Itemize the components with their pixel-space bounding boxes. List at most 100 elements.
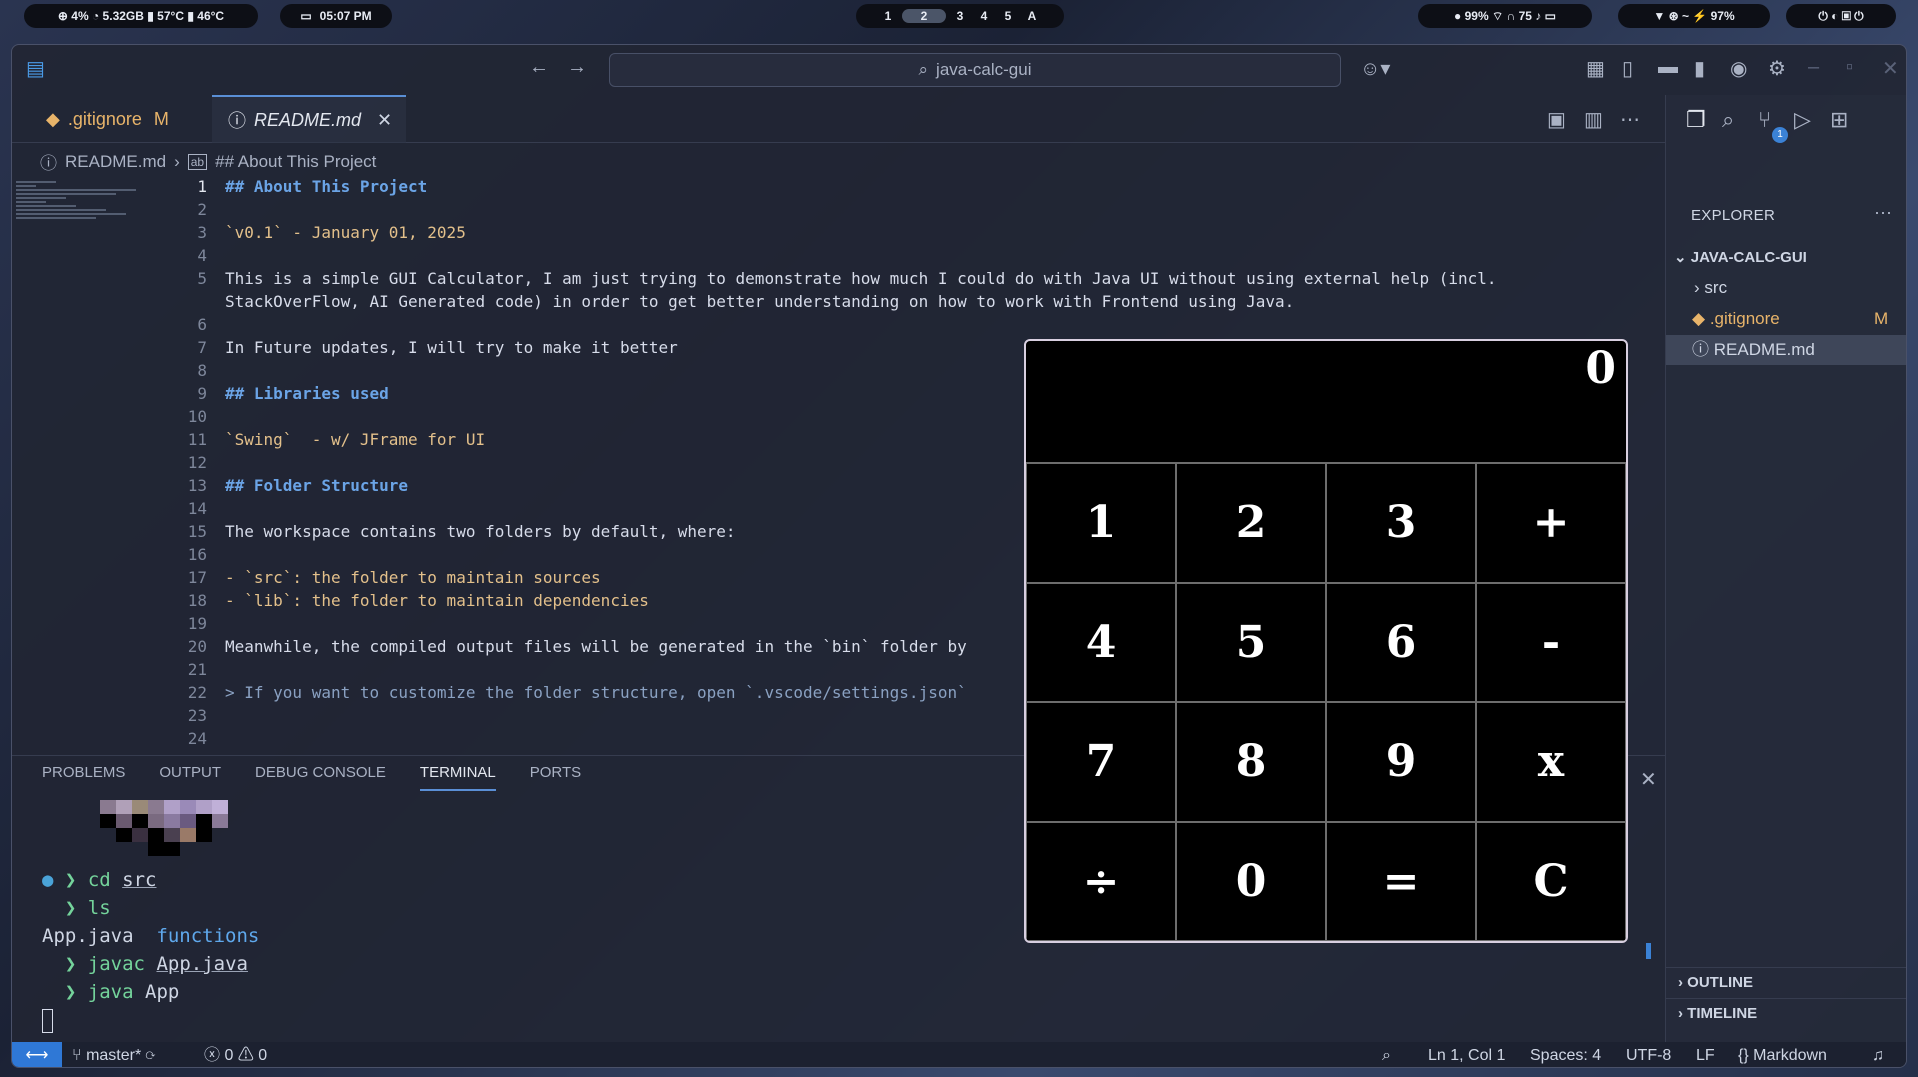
- command-center-search[interactable]: ⌕ java-calc-gui: [609, 53, 1341, 87]
- search-icon[interactable]: ⌕: [1722, 107, 1734, 133]
- key-multiply[interactable]: x: [1476, 702, 1626, 822]
- key-1[interactable]: 1: [1026, 463, 1176, 583]
- workspace-a[interactable]: A: [1022, 9, 1042, 23]
- more-actions-icon[interactable]: ⋯: [1874, 203, 1892, 224]
- key-5[interactable]: 5: [1176, 582, 1326, 702]
- power-controls[interactable]: ⏻ ◐ ▣ ⏻: [1786, 4, 1896, 28]
- chevron-right-icon: ›: [174, 151, 180, 171]
- close-panel-icon[interactable]: ✕: [1640, 767, 1657, 792]
- outline-section[interactable]: › OUTLINE: [1666, 967, 1906, 997]
- project-folder[interactable]: ⌄ JAVA-CALC-GUI: [1666, 243, 1906, 273]
- key-7[interactable]: 7: [1026, 702, 1176, 822]
- customize-layout-icon[interactable]: ▦: [1586, 56, 1605, 81]
- zoom-icon[interactable]: ⌕: [1382, 1042, 1391, 1067]
- network-battery[interactable]: ▼ ⊛ ~ ⚡ 97%: [1618, 4, 1770, 28]
- key-2[interactable]: 2: [1176, 463, 1326, 583]
- modified-badge: M: [1874, 309, 1889, 328]
- calculator-keypad: 1 2 3 + 4 5 6 - 7 8 9 x ÷ 0 = C: [1026, 463, 1626, 941]
- cursor-position[interactable]: Ln 1, Col 1: [1428, 1042, 1505, 1067]
- toggle-panel-icon[interactable]: ▬: [1658, 56, 1678, 79]
- breadcrumb-file[interactable]: README.md: [65, 152, 166, 172]
- tab-output[interactable]: OUTPUT: [159, 764, 221, 791]
- close-tab-icon[interactable]: ✕: [377, 110, 392, 131]
- key-clear[interactable]: C: [1476, 821, 1626, 941]
- explorer-files-icon[interactable]: ❐: [1686, 107, 1706, 133]
- tab-ports[interactable]: PORTS: [530, 764, 581, 791]
- terminal-cursor: [42, 1008, 53, 1033]
- key-8[interactable]: 8: [1176, 702, 1326, 822]
- info-icon: ⓘ: [1692, 340, 1709, 359]
- secondary-sidebar: ❐ ⌕ ⑂ 1 ▷ ⊞ EXPLORER ⋯ ⌄ JAVA-CALC-GUI ›…: [1665, 95, 1906, 1042]
- line-ending[interactable]: LF: [1696, 1042, 1715, 1067]
- split-editor-icon[interactable]: ▥: [1584, 107, 1603, 132]
- git-file-icon: ◆: [46, 108, 60, 129]
- tree-item-src[interactable]: › src: [1666, 273, 1906, 303]
- monitor-icon: ▭: [300, 9, 312, 23]
- account-icon[interactable]: ◉: [1730, 56, 1747, 81]
- remote-indicator-icon[interactable]: ⟷: [12, 1042, 62, 1067]
- error-count: 0: [224, 1047, 234, 1064]
- open-preview-icon[interactable]: ▣: [1547, 107, 1566, 132]
- workspace-1[interactable]: 1: [878, 9, 898, 23]
- back-arrow-icon[interactable]: ←: [529, 56, 549, 79]
- terminal[interactable]: ● ❯ cd src ❯ ls App.java functions ❯ jav…: [42, 866, 259, 1034]
- notifications-bell-icon[interactable]: ♫: [1872, 1042, 1884, 1067]
- toggle-secondary-sidebar-icon[interactable]: ▮: [1694, 56, 1705, 81]
- run-debug-icon[interactable]: ▷: [1794, 107, 1811, 133]
- encoding[interactable]: UTF-8: [1626, 1042, 1671, 1067]
- tab-readme[interactable]: ⓘ README.md ✕: [212, 95, 406, 143]
- toggle-sidebar-icon[interactable]: ▯: [1622, 56, 1633, 81]
- system-stats: ⊕ 4% ◔ 5.32GB ▮ 57°C ▮ 46°C: [24, 4, 258, 28]
- branch-label: master*: [86, 1047, 142, 1064]
- maximize-icon[interactable]: ▫: [1846, 56, 1853, 79]
- language-mode[interactable]: {} Markdown: [1738, 1042, 1827, 1067]
- tab-problems[interactable]: PROBLEMS: [42, 764, 125, 791]
- calculator-window: 0 1 2 3 + 4 5 6 - 7 8 9 x ÷ 0 = C: [1024, 339, 1628, 943]
- terminal-scrollbar[interactable]: [1646, 943, 1651, 959]
- key-minus[interactable]: -: [1476, 582, 1626, 702]
- branch-status[interactable]: ⑂ master* ⟳: [72, 1042, 155, 1067]
- close-window-icon[interactable]: ✕: [1882, 56, 1899, 81]
- workspace-3[interactable]: 3: [950, 9, 970, 23]
- more-actions-icon[interactable]: ⋯: [1620, 107, 1640, 132]
- indentation[interactable]: Spaces: 4: [1530, 1042, 1601, 1067]
- key-3[interactable]: 3: [1326, 463, 1476, 583]
- key-0[interactable]: 0: [1176, 821, 1326, 941]
- line-number: 21: [187, 660, 207, 679]
- system-tray[interactable]: ● 99% ⌔ ∩ 75 ♪ ▭: [1418, 4, 1592, 28]
- key-equals[interactable]: =: [1326, 821, 1476, 941]
- code-line: `v0.1` - January 01, 2025: [225, 223, 466, 242]
- status-bar: ⟷ ⑂ master* ⟳ ⓧ 0 ⚠ 0 ⌕ Ln 1, Col 1 Spac…: [12, 1042, 1906, 1067]
- settings-gear-icon[interactable]: ⚙: [1768, 56, 1786, 81]
- key-4[interactable]: 4: [1026, 582, 1176, 702]
- minimap[interactable]: [16, 179, 146, 239]
- workspace-2[interactable]: 2: [902, 9, 946, 23]
- line-number: 15: [187, 522, 207, 541]
- chevron-right-icon: ›: [1678, 974, 1683, 991]
- tab-label: .gitignore: [67, 108, 142, 129]
- tab-gitignore[interactable]: ◆ .gitignore M: [30, 95, 185, 143]
- tree-item-readme[interactable]: ⓘ README.md: [1666, 335, 1906, 365]
- workspace-4[interactable]: 4: [974, 9, 994, 23]
- breadcrumb-section[interactable]: ## About This Project: [215, 152, 376, 172]
- tab-terminal[interactable]: TERMINAL: [419, 764, 496, 791]
- timeline-section[interactable]: › TIMELINE: [1666, 998, 1906, 1028]
- tree-item-gitignore[interactable]: ◆ .gitignore M: [1666, 304, 1906, 334]
- vscode-menu-icon[interactable]: ▤: [26, 56, 45, 81]
- source-control-icon[interactable]: ⑂: [1758, 107, 1771, 133]
- key-divide[interactable]: ÷: [1026, 821, 1176, 941]
- title-bar: ▤ ← → ⌕ java-calc-gui ☺▾ ▦ ▯ ▬ ▮ ◉ ⚙ – ▫…: [12, 45, 1906, 95]
- tab-debug-console[interactable]: DEBUG CONSOLE: [255, 764, 386, 791]
- workspace-5[interactable]: 5: [998, 9, 1018, 23]
- minimize-icon[interactable]: –: [1808, 56, 1819, 79]
- key-9[interactable]: 9: [1326, 702, 1476, 822]
- line-number: 18: [187, 591, 207, 610]
- key-plus[interactable]: +: [1476, 463, 1626, 583]
- line-number: 12: [187, 453, 207, 472]
- problems-status[interactable]: ⓧ 0 ⚠ 0: [204, 1042, 267, 1067]
- key-6[interactable]: 6: [1326, 582, 1476, 702]
- line-number: 1: [197, 177, 207, 196]
- copilot-icon[interactable]: ☺▾: [1360, 56, 1390, 81]
- forward-arrow-icon[interactable]: →: [567, 56, 587, 79]
- extensions-icon[interactable]: ⊞: [1830, 107, 1848, 133]
